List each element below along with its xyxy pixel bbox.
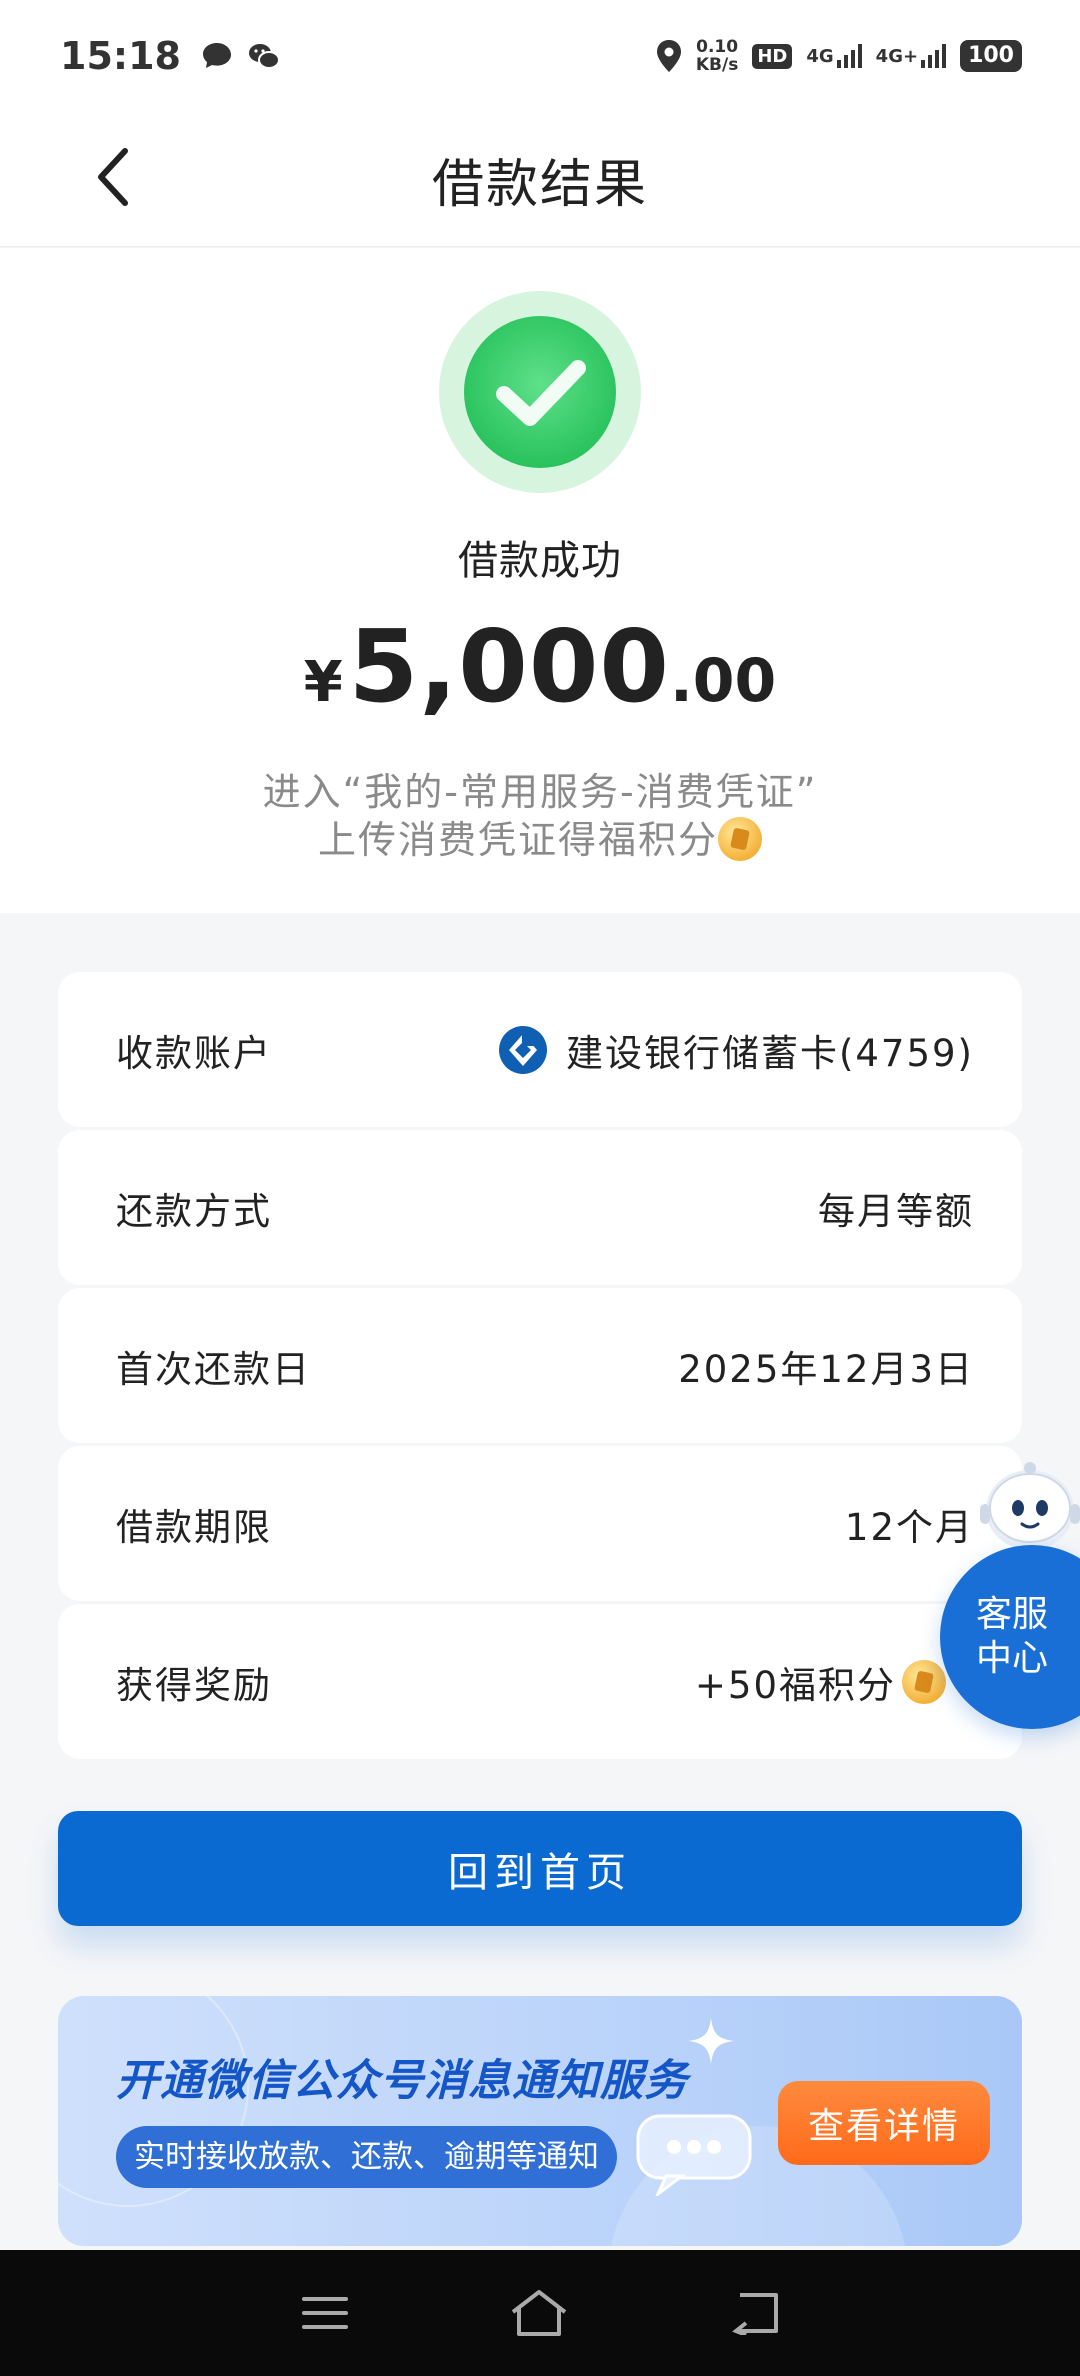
amount-integer: 5,000 [348,608,670,725]
location-icon [656,40,681,72]
view-details-button[interactable]: 查看详情 [778,2081,990,2165]
ccb-bank-icon [498,1025,547,1074]
detail-label: 借款期限 [116,1505,272,1549]
sim1-signal: 4G [806,44,862,68]
hd-indicator: HD [752,43,793,69]
chat-bubble-icon [636,2114,752,2196]
result-status-text: 借款成功 [458,538,622,584]
nav-bar: 借款结果 [0,112,1080,247]
sim2-signal: 4G+ [876,44,947,68]
detail-label: 获得奖励 [116,1663,272,1707]
customer-service-float[interactable]: 客服 中心 [940,1545,1080,1731]
service-robot-icon [980,1462,1080,1550]
detail-value: 每月等额 [818,1189,974,1233]
detail-row-first-repayment-date: 首次还款日 2025年12月3日 [58,1288,1022,1443]
back-to-home-button[interactable]: 回到首页 [58,1811,1022,1926]
hint-line-2: 上传消费凭证得福积分 [317,818,718,862]
service-label-line2: 中心 [975,1638,1048,1679]
detail-label: 还款方式 [116,1189,272,1233]
detail-row-receiving-account: 收款账户 建设银行储蓄卡(4759) [58,972,1022,1127]
battery-indicator: 100 [960,40,1022,72]
sparkle-icon [688,2018,734,2064]
chevron-left-icon [98,148,128,206]
voucher-hint: 进入“我的-常用服务-消费凭证” 上传消费凭证得福积分 [0,768,1080,865]
detail-row-loan-term: 借款期限 12个月 [58,1446,1022,1601]
wechat-notify-banner[interactable]: 开通微信公众号消息通知服务 实时接收放款、还款、逾期等通知 查看详情 [58,1996,1022,2246]
detail-label: 首次还款日 [116,1347,311,1391]
detail-label: 收款账户 [116,1031,272,1075]
service-label-line1: 客服 [975,1594,1048,1635]
amount-decimal: .00 [669,646,777,716]
hint-line-1: 进入“我的-常用服务-消费凭证” [262,770,818,814]
result-section: 借款成功 ¥ 5,000 .00 进入“我的-常用服务-消费凭证” 上传消费凭证… [0,248,1080,913]
home-icon[interactable] [509,2288,569,2338]
status-time: 15:18 [60,34,181,78]
detail-row-repayment-method: 还款方式 每月等额 [58,1130,1022,1285]
detail-value: 2025年12月3日 [678,1347,974,1391]
system-nav-bar [0,2250,1080,2376]
currency-symbol: ¥ [303,650,343,715]
message-icon [202,43,231,68]
banner-title: 开通微信公众号消息通知服务 [116,2056,688,2106]
page-title: 借款结果 [431,154,648,215]
detail-value: 12个月 [844,1505,974,1549]
back-nav-icon[interactable] [728,2291,780,2335]
loan-amount: ¥ 5,000 .00 [0,608,1080,725]
status-bar: 15:18 0.10 KB/s HD 4G 4G+ 100 [0,0,1080,112]
back-button[interactable] [78,142,148,212]
success-check-icon [439,291,641,493]
loan-details-list: 收款账户 建设银行储蓄卡(4759) 还款方式 每月等额 首次还款日 2025年… [58,972,1022,1762]
customer-service-button[interactable]: 客服 中心 [940,1545,1080,1729]
points-coin-icon [718,816,762,861]
detail-row-reward[interactable]: 获得奖励 +50福积分 › [58,1604,1022,1759]
menu-icon[interactable] [300,2293,350,2333]
wechat-icon [248,44,280,69]
banner-subtitle: 实时接收放款、还款、逾期等通知 [116,2126,617,2188]
detail-value: 建设银行储蓄卡(4759) [565,1031,974,1075]
network-speed: 0.10 KB/s [695,37,739,75]
detail-value: +50福积分 [694,1663,896,1707]
